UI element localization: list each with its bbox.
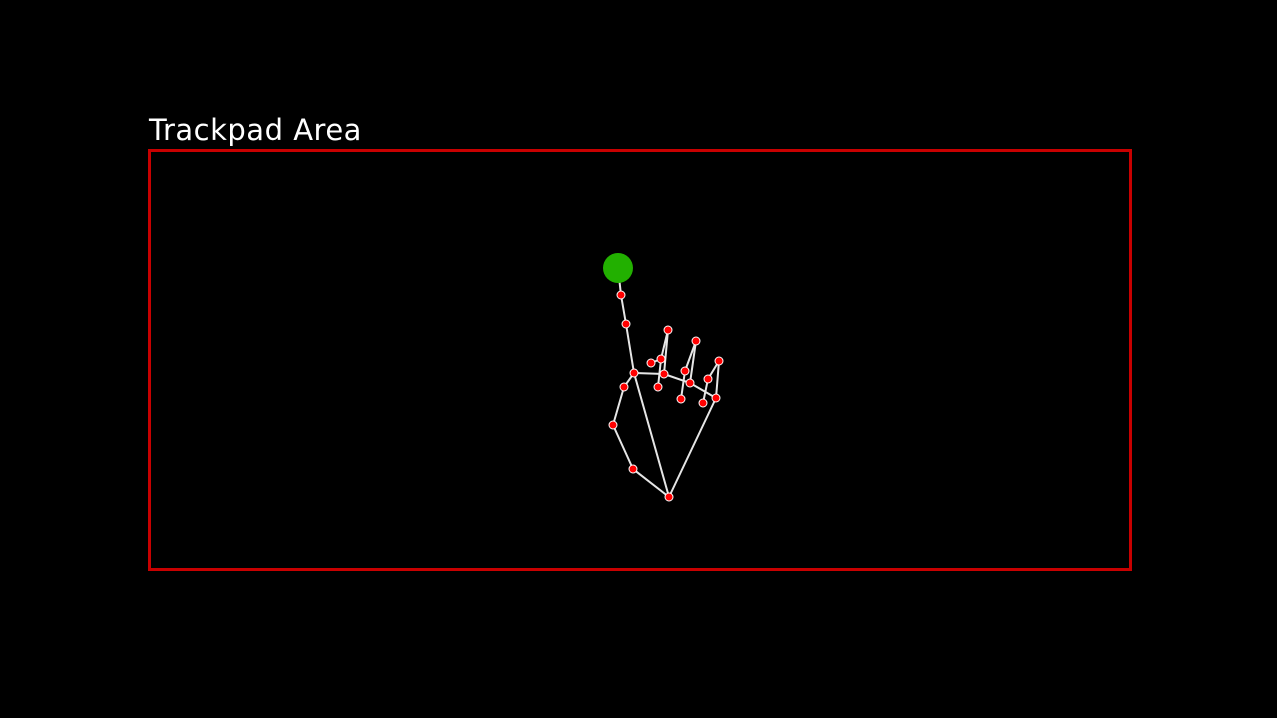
landmark-point <box>646 358 656 368</box>
landmark-point <box>656 354 666 364</box>
landmark-point <box>621 319 631 329</box>
skeleton-line <box>689 382 717 399</box>
landmark-point <box>619 382 629 392</box>
landmark-point <box>680 366 690 376</box>
landmark-point <box>628 464 638 474</box>
skeleton-line <box>668 397 717 498</box>
landmark-point <box>664 492 674 502</box>
landmark-point <box>608 420 618 430</box>
landmark-point <box>659 369 669 379</box>
landmark-point <box>676 394 686 404</box>
camera-view: Trackpad Area <box>0 0 1277 718</box>
landmark-point <box>703 374 713 384</box>
skeleton-line <box>633 372 670 498</box>
landmark-point <box>698 398 708 408</box>
landmark-point <box>653 382 663 392</box>
landmark-point <box>663 325 673 335</box>
landmark-point <box>685 378 695 388</box>
landmark-point <box>691 336 701 346</box>
skeleton-line <box>625 323 635 374</box>
skeleton-line <box>612 424 634 470</box>
landmark-point <box>714 356 724 366</box>
hand-landmarks <box>608 290 724 502</box>
green-cursor-dot <box>603 253 633 283</box>
skeleton-line <box>632 468 670 498</box>
landmark-point <box>711 393 721 403</box>
landmark-point <box>629 368 639 378</box>
hand-skeleton-lines <box>612 267 720 498</box>
hand-skeleton <box>603 253 724 502</box>
skeleton-line <box>612 386 625 426</box>
landmark-point <box>616 290 626 300</box>
